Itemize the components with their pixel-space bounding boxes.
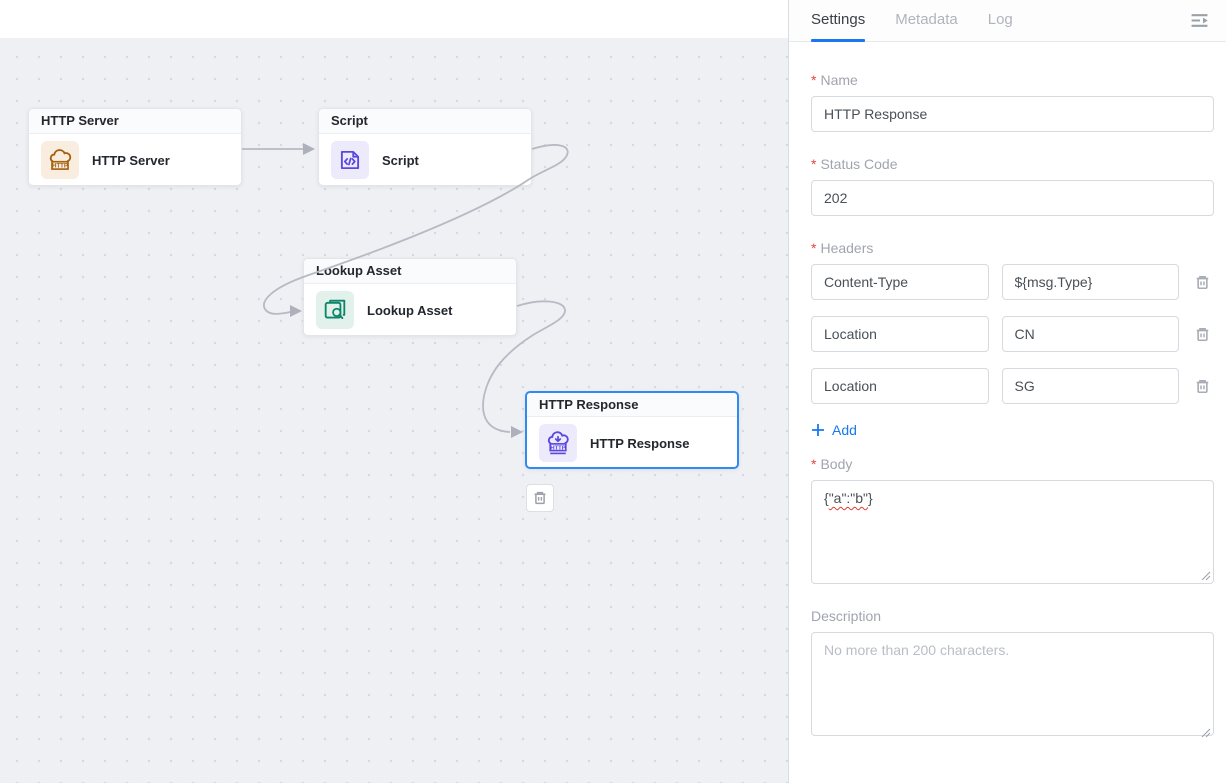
header-key-input[interactable]	[811, 264, 989, 300]
delete-header-button[interactable]	[1192, 378, 1214, 395]
http-server-icon: HTTP	[41, 141, 79, 179]
required-marker: *	[811, 240, 816, 256]
required-marker: *	[811, 72, 816, 88]
header-row	[811, 368, 1214, 404]
tab-log[interactable]: Log	[988, 0, 1013, 42]
status-code-label: *Status Code	[811, 156, 1214, 172]
node-label: HTTP Server	[92, 153, 170, 168]
panel-body: *Name *Status Code *Headers	[789, 42, 1226, 783]
trash-icon	[1194, 274, 1211, 291]
body-input[interactable]: {"a":"b"}	[811, 480, 1214, 584]
required-marker: *	[811, 156, 816, 172]
flow-canvas[interactable]: HTTP Server HTTP HTTP Server Script	[0, 0, 788, 783]
node-script[interactable]: Script Script	[318, 108, 532, 186]
delete-header-button[interactable]	[1192, 274, 1214, 291]
header-value-input[interactable]	[1002, 264, 1180, 300]
tab-metadata[interactable]: Metadata	[895, 0, 958, 42]
add-header-button[interactable]: Add	[811, 422, 857, 438]
node-title: Script	[319, 109, 531, 134]
header-key-input[interactable]	[811, 368, 989, 404]
svg-text:HTTP: HTTP	[550, 445, 565, 451]
delete-node-button[interactable]	[526, 484, 554, 512]
headers-label: *Headers	[811, 240, 1214, 256]
name-label: *Name	[811, 72, 1214, 88]
node-lookup-asset[interactable]: Lookup Asset Lookup Asset	[303, 258, 517, 336]
trash-icon	[1194, 326, 1211, 343]
trash-icon	[1194, 378, 1211, 395]
node-label: Script	[382, 153, 419, 168]
name-input[interactable]	[811, 96, 1214, 132]
svg-text:HTTP: HTTP	[52, 164, 68, 170]
trash-icon	[532, 490, 548, 506]
script-icon	[331, 141, 369, 179]
header-value-input[interactable]	[1002, 316, 1180, 352]
description-label: Description	[811, 608, 1214, 624]
status-code-input[interactable]	[811, 180, 1214, 216]
node-label: HTTP Response	[590, 436, 689, 451]
node-title: HTTP Response	[527, 393, 737, 417]
node-title: Lookup Asset	[304, 259, 516, 284]
panel-tabbar: Settings Metadata Log	[789, 0, 1226, 42]
flow-editor: HTTP Server HTTP HTTP Server Script	[0, 0, 1226, 783]
plus-icon	[811, 423, 825, 437]
node-http-response[interactable]: HTTP Response HTTP HTTP Response	[525, 391, 739, 469]
header-row	[811, 316, 1214, 352]
lookup-asset-icon	[316, 291, 354, 329]
required-marker: *	[811, 456, 816, 472]
resize-handle[interactable]	[1201, 571, 1211, 581]
header-value-input[interactable]	[1002, 368, 1180, 404]
body-label: *Body	[811, 456, 1214, 472]
header-row	[811, 264, 1214, 300]
node-http-server[interactable]: HTTP Server HTTP HTTP Server	[28, 108, 242, 186]
header-key-input[interactable]	[811, 316, 989, 352]
node-title: HTTP Server	[29, 109, 241, 134]
tab-settings[interactable]: Settings	[811, 0, 865, 42]
http-response-icon: HTTP	[539, 424, 577, 462]
node-label: Lookup Asset	[367, 303, 452, 318]
resize-handle[interactable]	[1201, 728, 1211, 738]
node-settings-panel: Settings Metadata Log *Name *Status Code	[788, 0, 1226, 783]
menu-unfold-icon[interactable]	[1188, 10, 1210, 32]
delete-header-button[interactable]	[1192, 326, 1214, 343]
description-input[interactable]	[811, 632, 1214, 736]
